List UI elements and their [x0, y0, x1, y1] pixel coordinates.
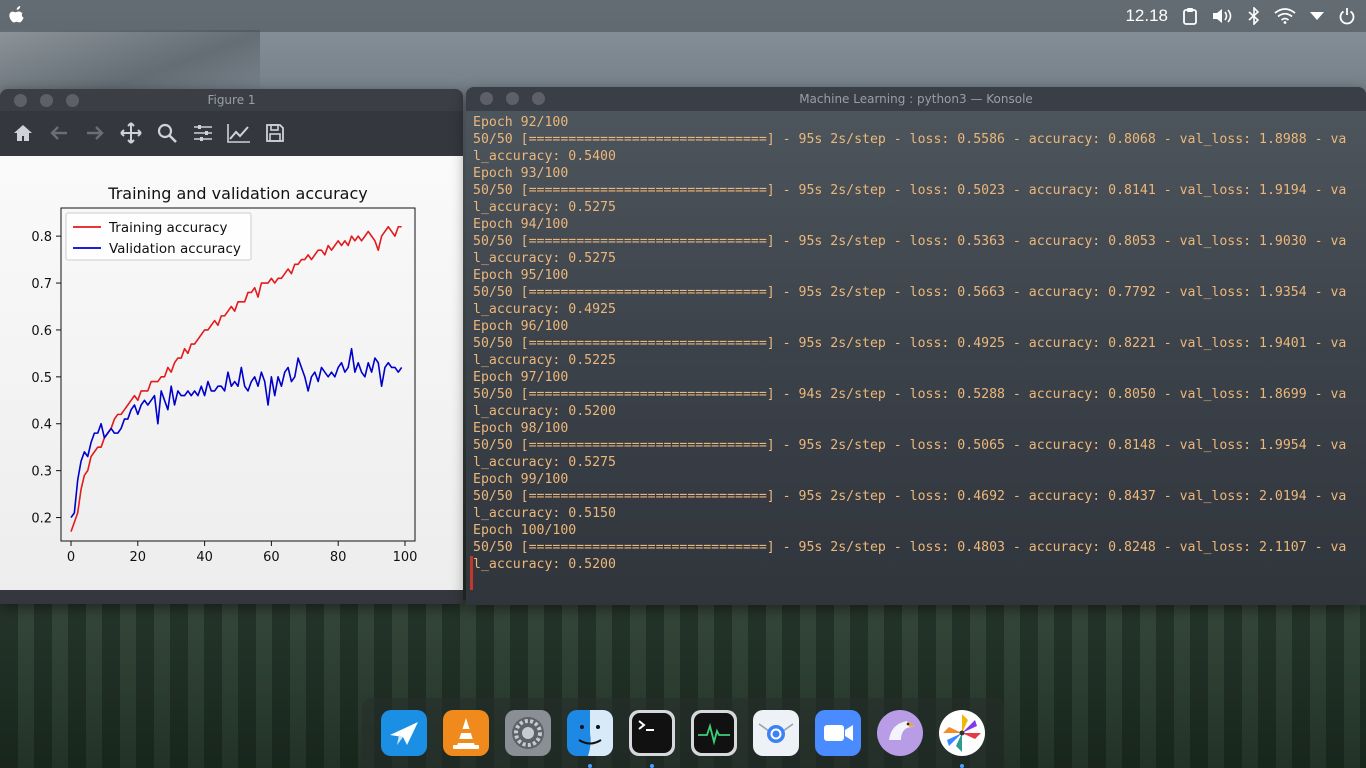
figure-titlebar[interactable]: Figure 1	[0, 89, 463, 111]
log-line: 50/50 [==============================] -…	[473, 285, 1347, 300]
minimize-window-button[interactable]	[506, 92, 519, 105]
finder-icon[interactable]	[567, 710, 613, 768]
configure-subplots-icon[interactable]	[190, 120, 216, 146]
epoch-line: Epoch 95/100	[473, 268, 569, 283]
log-line: l_accuracy: 0.5275	[473, 200, 616, 215]
chart-title: Training and validation accuracy	[107, 184, 367, 203]
series-line-validation	[70, 347, 403, 519]
log-line: l_accuracy: 0.5400	[473, 149, 616, 164]
back-icon[interactable]	[46, 120, 72, 146]
epoch-line: Epoch 93/100	[473, 166, 569, 181]
y-tick-label: 0.6	[31, 324, 52, 339]
volume-icon[interactable]	[1212, 8, 1234, 24]
close-window-button[interactable]	[14, 94, 27, 107]
figure-toolbar	[0, 111, 463, 155]
log-line: 50/50 [==============================] -…	[473, 438, 1347, 453]
y-tick-label: 0.5	[31, 371, 52, 386]
log-line: 50/50 [==============================] -…	[473, 336, 1347, 351]
power-icon[interactable]	[1338, 7, 1356, 25]
figure-canvas: Training and validation accuracy 0 20 40 60 8…	[0, 156, 463, 590]
activity-monitor-icon[interactable]	[691, 710, 737, 756]
accuracy-chart: Training and validation accuracy 0 20 40 60 8…	[31, 184, 418, 565]
save-icon[interactable]	[262, 120, 288, 146]
kite-app-icon[interactable]	[381, 710, 427, 756]
bluetooth-icon[interactable]	[1248, 7, 1260, 25]
running-indicator	[588, 764, 592, 768]
dock	[362, 698, 1004, 768]
epoch-line: Epoch 100/100	[473, 523, 577, 538]
log-line: l_accuracy: 0.5150	[473, 506, 616, 521]
x-tick-label: 40	[196, 550, 213, 565]
log-line: 50/50 [==============================] -…	[473, 132, 1347, 147]
epoch-line: Epoch 92/100	[473, 115, 569, 130]
maximize-window-button[interactable]	[532, 92, 545, 105]
legend-label: Validation accuracy	[109, 241, 241, 257]
epoch-line: Epoch 97/100	[473, 370, 569, 385]
y-tick-label: 0.7	[31, 277, 52, 292]
eagle-icon[interactable]	[877, 710, 923, 756]
log-line: l_accuracy: 0.5200	[473, 557, 616, 572]
menu-bar: 12.18	[0, 0, 1366, 32]
series-line-training	[70, 225, 402, 532]
forward-icon[interactable]	[82, 120, 108, 146]
y-tick-label: 0.4	[31, 418, 52, 433]
pinwheel-icon[interactable]	[939, 710, 985, 768]
konsole-window[interactable]: Machine Learning : python3 — Konsole Epo…	[466, 87, 1366, 605]
terminal-output[interactable]: Epoch 92/100 50/50 [=====================…	[466, 111, 1366, 605]
x-tick-label: 100	[393, 550, 418, 565]
running-indicator	[650, 764, 654, 768]
close-window-button[interactable]	[480, 92, 493, 105]
log-line: 50/50 [==============================] -…	[473, 183, 1347, 198]
wifi-icon[interactable]	[1274, 8, 1296, 24]
figure-statusbar	[0, 590, 463, 604]
running-indicator	[960, 764, 964, 768]
edit-axis-icon[interactable]	[226, 120, 252, 146]
system-settings-icon[interactable]	[505, 710, 551, 756]
y-tick-label: 0.3	[31, 465, 52, 480]
figure-window[interactable]: Figure 1 Training and validation accurac…	[0, 89, 463, 604]
x-tick-label: 0	[67, 550, 75, 565]
zoom-icon[interactable]	[154, 120, 180, 146]
log-line: l_accuracy: 0.5275	[473, 455, 616, 470]
log-line: l_accuracy: 0.5275	[473, 251, 616, 266]
terminal-icon[interactable]	[629, 710, 675, 768]
dropdown-icon[interactable]	[1310, 11, 1324, 21]
terminal-cursor	[470, 556, 473, 590]
log-line: 50/50 [==============================] -…	[473, 387, 1347, 402]
epoch-line: Epoch 96/100	[473, 319, 569, 334]
log-line: 50/50 [==============================] -…	[473, 540, 1347, 555]
y-tick-label: 0.8	[31, 230, 52, 245]
log-line: l_accuracy: 0.4925	[473, 302, 616, 317]
log-line: 50/50 [==============================] -…	[473, 234, 1347, 249]
system-tray: 12.18	[1125, 0, 1356, 32]
home-icon[interactable]	[10, 120, 36, 146]
y-tick-label: 0.2	[31, 512, 52, 527]
vlc-icon[interactable]	[443, 710, 489, 756]
pan-icon[interactable]	[118, 120, 144, 146]
log-line: l_accuracy: 0.5200	[473, 404, 616, 419]
maximize-window-button[interactable]	[66, 94, 79, 107]
figure-window-title: Figure 1	[207, 93, 256, 107]
x-tick-label: 20	[130, 550, 147, 565]
mail-icon[interactable]	[753, 710, 799, 756]
minimize-window-button[interactable]	[40, 94, 53, 107]
legend-label: Training accuracy	[108, 220, 227, 236]
log-line: 50/50 [==============================] -…	[473, 489, 1347, 504]
x-tick-label: 60	[263, 550, 280, 565]
epoch-line: Epoch 94/100	[473, 217, 569, 232]
log-line: l_accuracy: 0.5225	[473, 353, 616, 368]
konsole-window-title: Machine Learning : python3 — Konsole	[799, 92, 1033, 106]
zoom-icon[interactable]	[815, 710, 861, 756]
apple-icon[interactable]	[9, 6, 25, 24]
x-tick-label: 80	[330, 550, 347, 565]
clipboard-icon[interactable]	[1182, 7, 1198, 25]
epoch-line: Epoch 99/100	[473, 472, 569, 487]
konsole-titlebar[interactable]: Machine Learning : python3 — Konsole	[466, 87, 1366, 111]
clock[interactable]: 12.18	[1125, 6, 1168, 26]
epoch-line: Epoch 98/100	[473, 421, 569, 436]
